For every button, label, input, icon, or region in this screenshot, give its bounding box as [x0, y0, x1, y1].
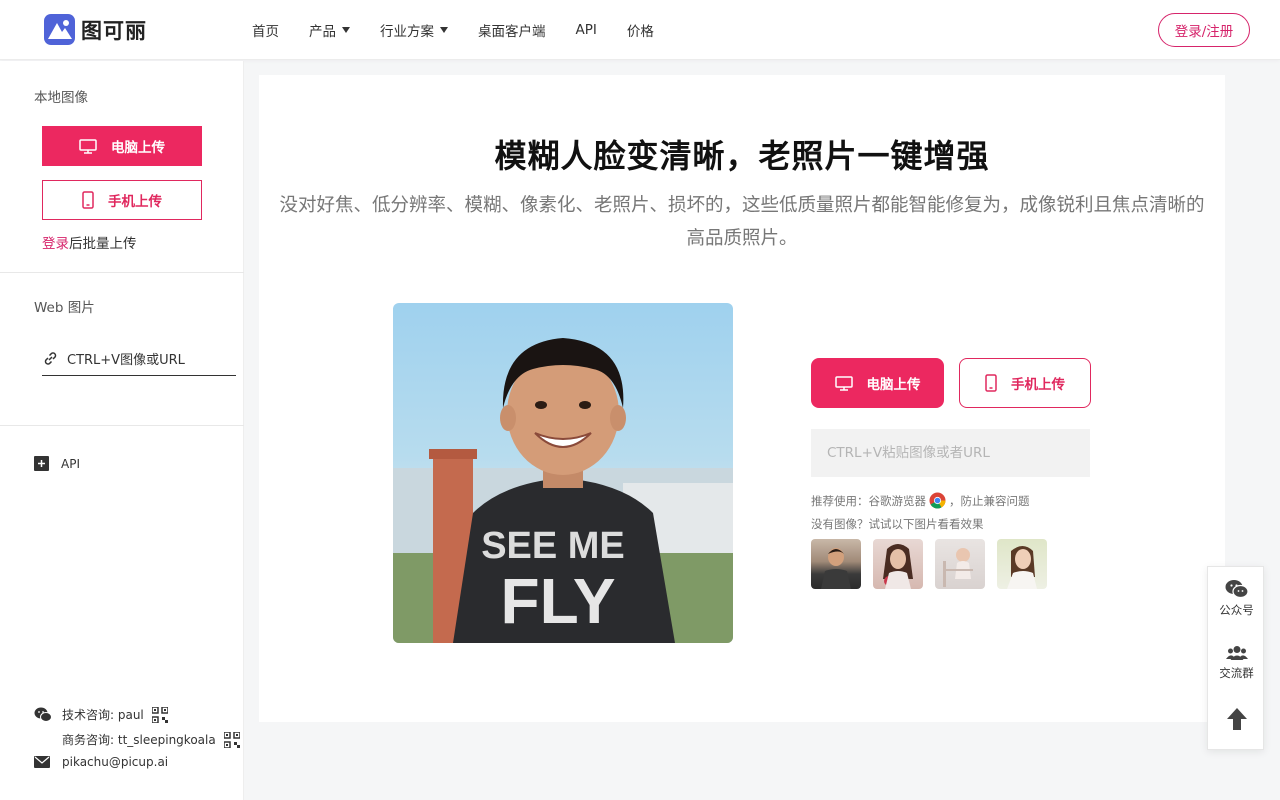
wechat-icon [34, 707, 62, 723]
local-image-title: 本地图像 [34, 90, 88, 106]
logo[interactable]: 图可丽 [44, 14, 147, 45]
back-to-top-button[interactable] [1208, 707, 1265, 731]
sidebar: 本地图像 电脑上传 手机上传 登录后批量上传 Web 图片 CTRL+V图像或U… [0, 61, 244, 800]
main-nav: 首页 产品 行业方案 桌面客户端 API 价格 [252, 0, 684, 60]
paste-url-input[interactable] [811, 429, 1090, 477]
phone-icon [985, 374, 997, 392]
group-icon [1225, 645, 1248, 661]
nav-pricing-label: 价格 [626, 24, 654, 40]
main-card: 模糊人脸变清晰，老照片一键增强 没对好焦、低分辨率、模糊、像素化、老照片、损坏的… [259, 75, 1225, 722]
page-title: 模糊人脸变清晰，老照片一键增强 [494, 137, 990, 175]
login-link[interactable]: 登录 [42, 236, 69, 252]
email-contact: pikachu@picup.ai [34, 755, 168, 769]
web-url-field[interactable]: CTRL+V图像或URL [42, 342, 236, 376]
sidebar-pc-upload-button[interactable]: 电脑上传 [42, 126, 202, 166]
phone-upload-label: 手机上传 [1011, 377, 1065, 393]
wechat-official-account-button[interactable]: 公众号 [1208, 579, 1265, 618]
nav-solutions[interactable]: 行业方案 [380, 20, 448, 40]
floating-toolbar: 公众号 交流群 [1207, 566, 1264, 750]
business-contact-text: 商务咨询: tt_sleepingkoala [62, 733, 216, 747]
caret-down-icon [342, 27, 350, 33]
nav-home-label: 首页 [252, 24, 279, 40]
mail-icon [34, 755, 62, 769]
email-text[interactable]: pikachu@picup.ai [62, 755, 168, 769]
browser-recommendation: 推荐使用：谷歌游览器 ，防止兼容问题 [811, 492, 1030, 509]
shirt-text-line1: SEE ME [481, 525, 625, 567]
sidebar-divider [0, 272, 244, 273]
link-icon [42, 350, 59, 367]
sidebar-phone-upload-label: 手机上传 [108, 194, 162, 210]
group-label: 交流群 [1219, 666, 1254, 680]
batch-upload-hint: 登录后批量上传 [42, 232, 137, 252]
wechat-label: 公众号 [1219, 603, 1254, 617]
login-register-button[interactable]: 登录/注册 [1158, 13, 1250, 47]
shirt-text-line2: FLY [501, 565, 616, 637]
tech-contact-text: 技术咨询: paul [62, 708, 144, 722]
web-url-label: CTRL+V图像或URL [67, 353, 185, 368]
nav-api-label: API [575, 22, 597, 38]
batch-upload-text: 后批量上传 [69, 236, 137, 252]
sidebar-divider [0, 425, 244, 426]
recommend-suffix: ，防止兼容问题 [949, 493, 1030, 508]
sample-thumb-boy[interactable] [811, 539, 861, 589]
arrow-up-icon [1226, 707, 1248, 731]
pc-upload-button[interactable]: 电脑上传 [811, 358, 944, 408]
wechat-icon [1225, 579, 1249, 599]
sidebar-api-link[interactable]: API [34, 456, 80, 471]
sample-thumb-baby[interactable] [935, 539, 985, 589]
qr-code-icon[interactable] [151, 706, 168, 723]
hero-sample-image: SEE ME FLY [393, 303, 733, 643]
api-icon [34, 456, 49, 471]
logo-icon [44, 14, 75, 45]
sample-images [811, 539, 1059, 589]
nav-solutions-label: 行业方案 [380, 24, 434, 40]
nav-products[interactable]: 产品 [309, 20, 350, 40]
sample-thumb-woman-rose[interactable] [873, 539, 923, 589]
sidebar-api-label: API [61, 456, 80, 471]
phone-icon [82, 191, 94, 209]
monitor-icon [834, 375, 853, 391]
caret-down-icon [440, 27, 448, 33]
samples-hint: 没有图像？试试以下图片看看效果 [811, 517, 984, 531]
brand-name: 图可丽 [81, 18, 147, 43]
chrome-icon [929, 492, 946, 509]
nav-products-label: 产品 [309, 24, 336, 40]
qr-code-icon[interactable] [223, 731, 240, 748]
group-chat-button[interactable]: 交流群 [1208, 645, 1265, 681]
page-subtitle: 没对好焦、低分辨率、模糊、像素化、老照片、损坏的，这些低质量照片都能智能修复为，… [279, 195, 1205, 249]
top-header: 图可丽 首页 产品 行业方案 桌面客户端 API 价格 登录/注册 [0, 0, 1280, 60]
nav-desktop-client[interactable]: 桌面客户端 [478, 20, 546, 40]
phone-upload-button[interactable]: 手机上传 [959, 358, 1091, 408]
business-contact: 商务咨询: tt_sleepingkoala [34, 731, 240, 748]
sidebar-pc-upload-label: 电脑上传 [111, 140, 165, 156]
monitor-icon [79, 138, 97, 154]
nav-desktop-client-label: 桌面客户端 [478, 24, 546, 40]
web-image-title: Web 图片 [34, 300, 95, 316]
sample-thumb-woman-white[interactable] [997, 539, 1047, 589]
sidebar-phone-upload-button[interactable]: 手机上传 [42, 180, 202, 220]
tech-contact: 技术咨询: paul [34, 706, 168, 723]
nav-pricing[interactable]: 价格 [627, 20, 654, 40]
nav-api[interactable]: API [576, 22, 597, 38]
nav-home[interactable]: 首页 [252, 20, 279, 40]
recommend-prefix: 推荐使用：谷歌游览器 [811, 493, 926, 508]
pc-upload-label: 电脑上传 [866, 377, 921, 393]
